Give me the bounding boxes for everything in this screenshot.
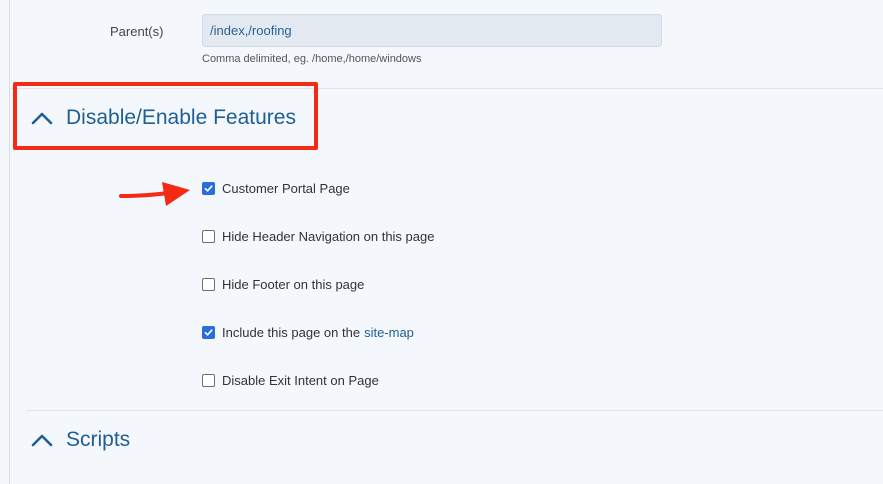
checkbox-customer-portal[interactable] [202,182,215,195]
option-label: Hide Footer on this page [222,277,365,292]
parents-input[interactable] [202,14,662,47]
checkbox-disable-exit-intent[interactable] [202,374,215,387]
chevron-up-icon [31,434,53,447]
checkbox-hide-header-navigation[interactable] [202,230,215,243]
check-icon [204,185,213,192]
option-label: Hide Header Navigation on this page [222,229,435,244]
parents-label: Parent(s) [110,24,164,39]
site-map-link[interactable]: site-map [364,325,414,340]
checkbox-include-site-map[interactable] [202,326,215,339]
option-customer-portal[interactable]: Customer Portal Page [202,181,350,196]
option-label: Disable Exit Intent on Page [222,373,379,388]
left-border [9,0,10,484]
checkbox-hide-footer[interactable] [202,278,215,291]
scripts-section-title: Scripts [66,428,131,451]
option-disable-exit-intent[interactable]: Disable Exit Intent on Page [202,373,379,388]
annotation-highlight-box [13,82,318,150]
parents-hint: Comma delimited, eg. /home,/home/windows [202,53,422,65]
option-include-site-map[interactable]: Include this page on the site-map [202,325,414,340]
option-hide-header-navigation[interactable]: Hide Header Navigation on this page [202,229,434,244]
check-icon [204,329,213,336]
option-label: Customer Portal Page [222,181,350,196]
option-label: Include this page on the [222,325,361,340]
section-divider [26,410,883,411]
option-hide-footer[interactable]: Hide Footer on this page [202,277,364,292]
annotation-arrow-icon [119,182,190,206]
scripts-section-toggle[interactable]: Scripts [30,428,130,452]
